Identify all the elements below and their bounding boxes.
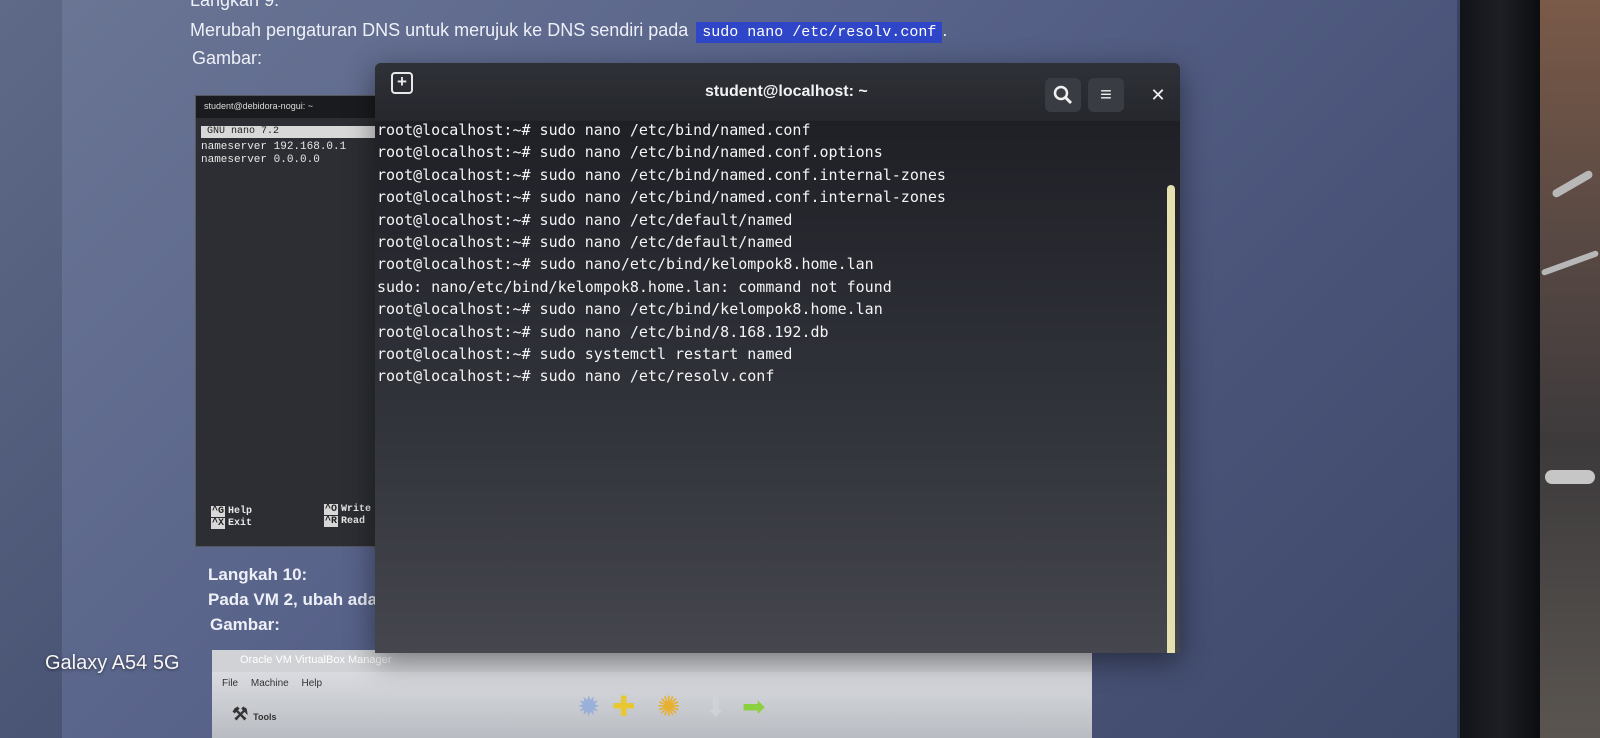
virtualbox-title: Oracle VM VirtualBox Manager [212,650,1092,672]
terminal-title: student@localhost: ~ [705,83,868,100]
nano-tab-title: student@debidora-nogui: ~ [196,96,386,118]
terminal-output: root@localhost:~# sudo nano /etc/bind/na… [377,121,946,390]
terminal-line: root@localhost:~# sudo nano /etc/bind/na… [377,121,811,139]
step10-title: Langkah 10: [208,565,308,584]
cable [1545,470,1595,484]
step9-code-snippet: sudo nano /etc/resolv.conf [696,22,943,43]
virtualbox-menu: File Machine Help [222,678,332,689]
terminal-line: root@localhost:~# sudo nano /etc/bind/8.… [377,322,829,341]
nano-screenshot: student@debidora-nogui: ~ GNU nano 7.2 n… [195,95,387,547]
settings-gear-icon: ✹ [577,691,601,722]
camera-watermark: Galaxy A54 5G [45,652,180,674]
start-arrow-icon: ➡ [742,691,766,722]
virtualbox-tools: ⚒ Tools [232,704,276,725]
step10-description: Pada VM 2, ubah ada [208,590,378,609]
menu-file: File [222,678,239,689]
step9-suffix: . [942,20,948,40]
step10-image-label: Gambar: [210,615,280,634]
terminal-line: root@localhost:~# sudo nano /etc/resolv.… [377,367,775,386]
terminal-line: root@localhost:~# sudo nano /etc/bind/na… [377,188,946,207]
terminal-scrollbar[interactable] [1167,185,1175,653]
terminal-line: root@localhost:~# sudo systemctl restart… [377,344,793,363]
terminal-body[interactable]: root@localhost:~# sudo nano /etc/bind/na… [375,121,1180,653]
terminal-line: sudo: nano/etc/bind/kelompok8.home.lan: … [377,277,892,296]
close-icon[interactable]: ✕ [1140,78,1176,112]
step9-title: Langkah 9: [190,0,280,10]
new-tab-icon[interactable]: + [391,72,413,94]
menu-help: Help [301,678,323,689]
cable [1540,249,1600,277]
menu-machine: Machine [250,678,289,689]
background-desk [1540,0,1600,738]
terminal-titlebar[interactable]: + student@localhost: ~ ≡ ✕ [375,63,1180,121]
monitor-bezel [1460,0,1540,738]
nano-header: GNU nano 7.2 [201,126,376,138]
nano-shortcut-exit: ^X Exit [211,518,253,529]
nano-shortcut-read: ^R Read [324,516,366,527]
virtualbox-screenshot: Oracle VM VirtualBox Manager File Machin… [212,650,1092,738]
tools-icon: ⚒ [232,704,254,724]
terminal-line: root@localhost:~# sudo nano /etc/bind/ke… [377,300,883,319]
step9-description: Merubah pengaturan DNS untuk merujuk ke … [190,20,947,43]
terminal-line: root@localhost:~# sudo nano/etc/bind/kel… [377,255,874,274]
discard-arrow-icon: ⬇ [704,691,728,722]
hamburger-menu-icon[interactable]: ≡ [1088,78,1124,112]
nano-shortcut-write: ^O Write [324,504,372,515]
terminal-line: root@localhost:~# sudo nano /etc/bind/na… [377,143,883,162]
terminal-line: root@localhost:~# sudo nano /etc/default… [377,232,793,251]
search-icon[interactable] [1045,78,1081,112]
terminal-window[interactable]: + student@localhost: ~ ≡ ✕ root@localhos… [375,63,1180,653]
step9-description-text: Merubah pengaturan DNS untuk merujuk ke … [190,20,689,40]
terminal-line: root@localhost:~# sudo nano /etc/default… [377,210,793,229]
cable [1551,169,1594,199]
tools-label: Tools [253,712,277,722]
nano-shortcut-help: ^G Help [211,506,253,517]
terminal-line: root@localhost:~# sudo nano /etc/bind/na… [377,165,946,184]
new-vm-icon: ✚ [612,691,636,722]
nano-line: nameserver 0.0.0.0 [201,154,320,166]
step9-image-label: Gambar: [192,48,263,68]
monitor-screen: Langkah 9: Merubah pengaturan DNS untuk … [0,0,1460,738]
nano-line: nameserver 192.168.0.1 [201,141,347,153]
preferences-icon: ✺ [657,691,681,722]
